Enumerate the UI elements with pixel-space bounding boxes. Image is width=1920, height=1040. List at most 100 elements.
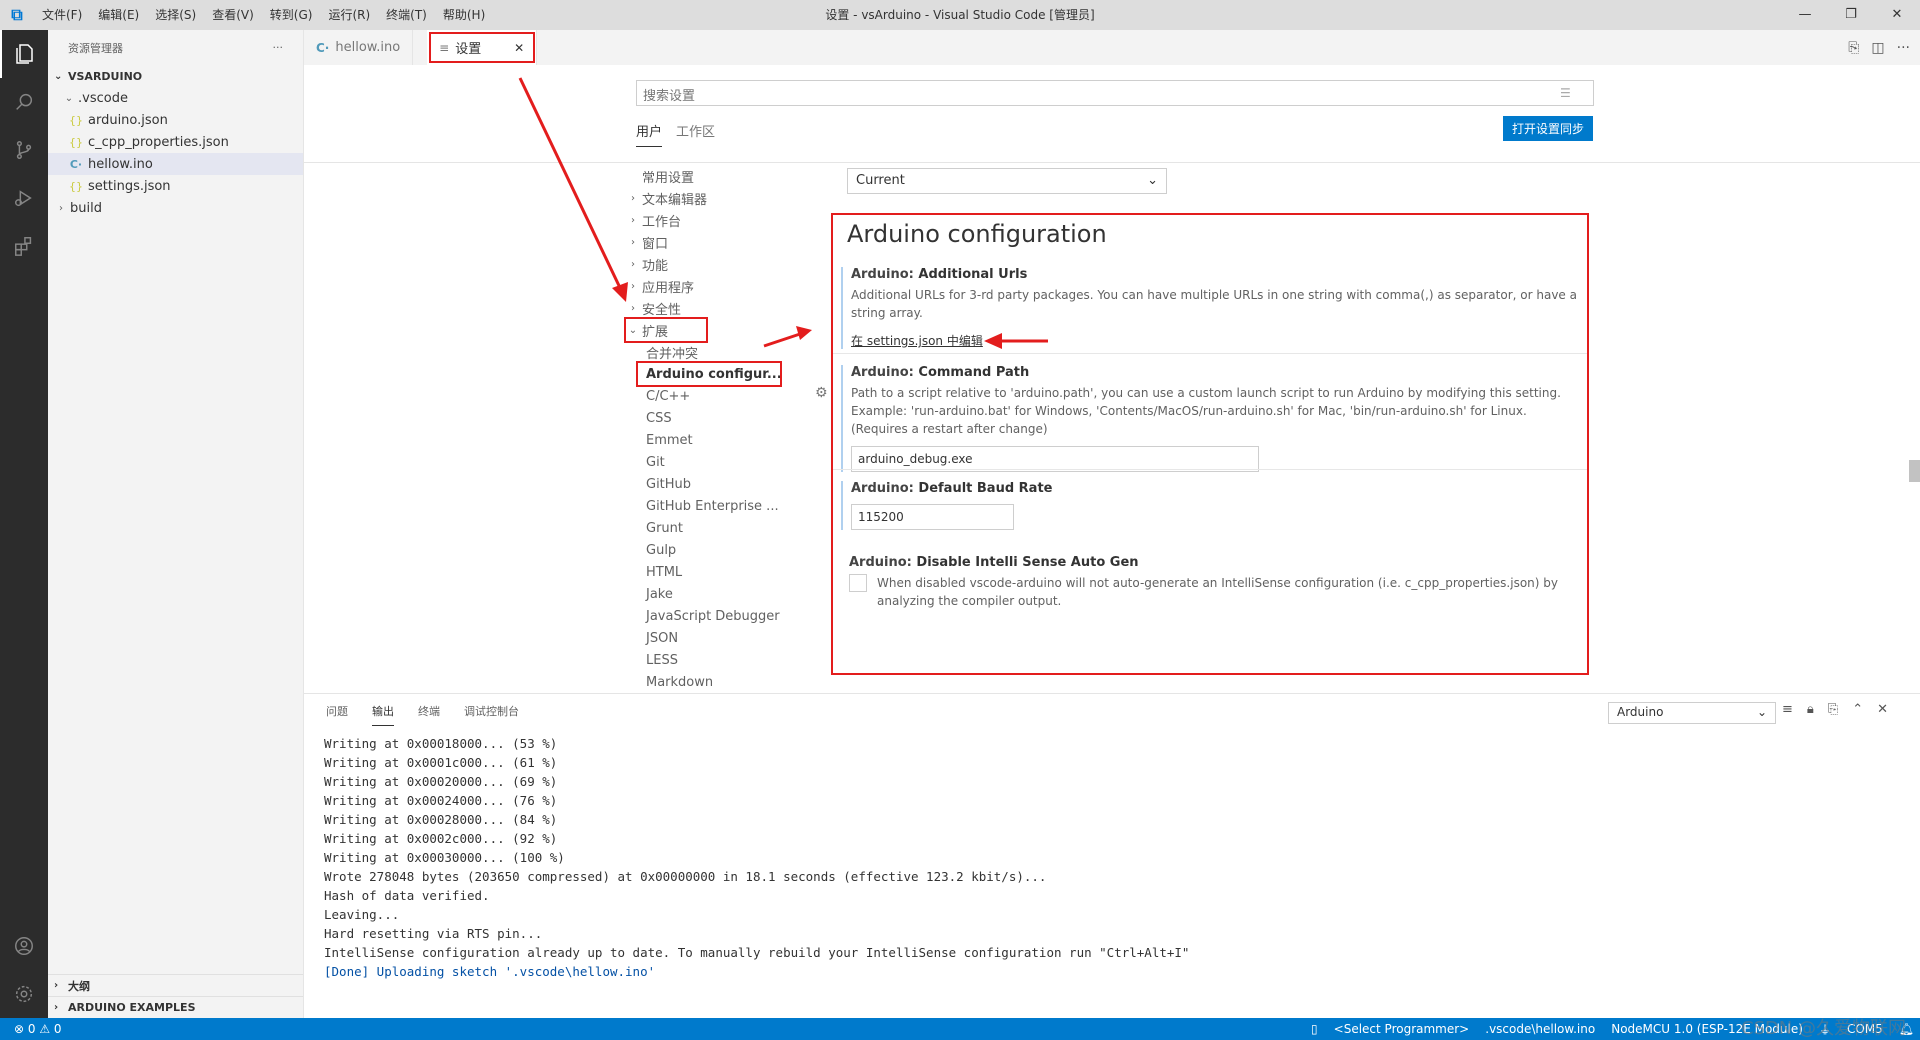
close-window-button[interactable]: ✕ (1874, 0, 1920, 30)
toc-ext-gulp[interactable]: Gulp (626, 539, 776, 561)
toc-ext-js-debugger[interactable]: JavaScript Debugger (626, 605, 780, 627)
tab-settings[interactable]: ≡ 设置 ✕ (427, 30, 538, 65)
account-icon[interactable] (0, 922, 48, 970)
toc-ext-github[interactable]: GitHub (626, 473, 776, 495)
toc-label: Gulp (646, 542, 677, 558)
tab-output[interactable]: 输出 (372, 695, 394, 726)
toc-ext-less[interactable]: LESS (626, 649, 776, 671)
source-control-icon[interactable] (0, 126, 48, 174)
more-actions-icon[interactable]: ··· (1897, 40, 1910, 56)
settings-search-input[interactable]: 搜索设置 (636, 80, 1594, 106)
output-line: Leaving... (324, 907, 400, 922)
scope-dropdown-value: Current (856, 173, 905, 188)
toc-ext-jake[interactable]: Jake (626, 583, 776, 605)
filter-icon[interactable]: ☰ (1560, 86, 1571, 100)
intellisense-checkbox[interactable] (849, 574, 867, 592)
toc-label: Emmet (646, 432, 693, 448)
toc-ext-json[interactable]: JSON (626, 627, 776, 649)
tree-folder-vscode[interactable]: ⌄ .vscode (48, 87, 303, 109)
tree-file-arduino-json[interactable]: {} arduino.json (48, 109, 303, 131)
output-line: Writing at 0x00020000... (69 %) (324, 774, 558, 789)
clear-output-icon[interactable]: ≡ (1782, 702, 1793, 717)
workspace-section[interactable]: ⌄ VSARDUINO (48, 65, 303, 87)
tree-folder-build[interactable]: › build (48, 197, 303, 219)
tab-debug-console[interactable]: 调试控制台 (464, 695, 519, 725)
toc-item-features[interactable]: › 功能 (626, 253, 776, 275)
toc-item-application[interactable]: › 应用程序 (626, 275, 776, 297)
file-icon: ▯ (1311, 1022, 1318, 1036)
tree-file-settings-json[interactable]: {} settings.json (48, 175, 303, 197)
menu-go[interactable]: 转到(G) (262, 0, 321, 30)
baud-rate-input[interactable]: 115200 (851, 504, 1014, 530)
scrollbar-thumb[interactable] (1909, 460, 1920, 482)
more-actions-icon[interactable]: ··· (273, 41, 284, 54)
menu-run[interactable]: 运行(R) (320, 0, 378, 30)
edit-in-settings-json-link[interactable]: 在 settings.json 中编辑 (851, 332, 983, 349)
open-settings-json-icon[interactable]: ⎘ (1848, 40, 1859, 56)
manage-gear-icon[interactable] (0, 970, 48, 1018)
split-editor-icon[interactable]: ◫ (1871, 40, 1884, 56)
restore-button[interactable]: ❐ (1828, 0, 1874, 30)
outline-section[interactable]: › 大纲 (48, 974, 303, 996)
menu-help[interactable]: 帮助(H) (435, 0, 493, 30)
setting-description: Additional URLs for 3-rd party packages.… (851, 288, 1577, 320)
output-channel-select[interactable]: Arduino ⌄ (1608, 702, 1776, 724)
title-bar: ⧉ 文件(F) 编辑(E) 选择(S) 查看(V) 转到(G) 运行(R) 终端… (0, 0, 1920, 30)
toc-ext-html[interactable]: HTML (626, 561, 776, 583)
open-log-icon[interactable]: ⎘ (1828, 702, 1838, 717)
toc-item-security[interactable]: › 安全性 (626, 297, 776, 319)
settings-sync-button[interactable]: 打开设置同步 (1503, 116, 1593, 141)
select-programmer[interactable]: <Select Programmer> (1334, 1022, 1470, 1036)
tab-problems[interactable]: 问题 (326, 695, 348, 725)
tab-workspace[interactable]: 工作区 (676, 117, 715, 147)
lock-scroll-icon[interactable]: 🔒︎ (1807, 702, 1814, 717)
setting-gear-icon[interactable]: ⚙ (815, 385, 828, 401)
tree-file-c-cpp-properties[interactable]: {} c_cpp_properties.json (48, 131, 303, 153)
arduino-examples-section[interactable]: › ARDUINO EXAMPLES (48, 996, 303, 1018)
toc-item-extensions[interactable]: ⌄ 扩展 (624, 317, 708, 343)
toc-ext-arduino[interactable]: Arduino configur... (636, 361, 782, 387)
toc-ext-grunt[interactable]: Grunt (626, 517, 776, 539)
setting-label: Additional Urls (918, 267, 1028, 282)
toc-ext-github-enterprise[interactable]: GitHub Enterprise ... (626, 495, 779, 517)
toc-ext-emmet[interactable]: Emmet (626, 429, 776, 451)
toc-ext-cpp[interactable]: C/C++ (626, 385, 776, 407)
toc-ext-git[interactable]: Git (626, 451, 776, 473)
tab-hellow-ino[interactable]: C· hellow.ino (304, 30, 414, 65)
close-tab-icon[interactable]: ✕ (514, 41, 524, 55)
toc-item-window[interactable]: › 窗口 (626, 231, 776, 253)
explorer-icon[interactable] (0, 30, 48, 78)
menu-edit[interactable]: 编辑(E) (90, 0, 147, 30)
problems-status[interactable]: ⊗ 0 ⚠ 0 (0, 1022, 62, 1036)
toc-ext-merge-conflict[interactable]: 合并冲突 (626, 341, 776, 363)
toc-ext-css[interactable]: CSS (626, 407, 776, 429)
tree-file-hellow-ino[interactable]: C· hellow.ino (48, 153, 303, 175)
toc-ext-markdown[interactable]: Markdown (626, 671, 776, 693)
chevron-right-icon: › (54, 1002, 59, 1013)
explorer-sidebar: 资源管理器 ··· ⌄ VSARDUINO ⌄ .vscode {} ardui… (48, 30, 304, 1018)
extensions-icon[interactable] (0, 222, 48, 270)
sketch-file[interactable]: .vscode\hellow.ino (1485, 1022, 1595, 1036)
menu-file[interactable]: 文件(F) (34, 0, 90, 30)
close-panel-icon[interactable]: ✕ (1877, 702, 1888, 717)
run-debug-icon[interactable] (0, 174, 48, 222)
toc-label: 常用设置 (642, 170, 695, 186)
menu-terminal[interactable]: 终端(T) (378, 0, 435, 30)
maximize-panel-icon[interactable]: ⌃ (1852, 702, 1863, 717)
toc-label: C/C++ (646, 388, 691, 404)
scope-dropdown[interactable]: Current ⌄ (847, 168, 1167, 194)
toc-item-text-editor[interactable]: › 文本编辑器 (626, 187, 776, 209)
toc-item-common[interactable]: 常用设置 (626, 165, 776, 187)
toc-item-workbench[interactable]: › 工作台 (626, 209, 776, 231)
search-icon[interactable] (0, 78, 48, 126)
chevron-down-icon: ⌄ (1147, 173, 1158, 188)
tree-item-label: settings.json (88, 178, 171, 194)
tab-user[interactable]: 用户 (636, 117, 663, 147)
tab-label: 设置 (455, 42, 482, 57)
menu-view[interactable]: 查看(V) (204, 0, 262, 30)
menu-selection[interactable]: 选择(S) (147, 0, 204, 30)
explorer-header: 资源管理器 ··· (48, 30, 303, 65)
output-line: Wrote 278048 bytes (203650 compressed) a… (324, 869, 1047, 884)
tab-terminal[interactable]: 终端 (418, 695, 440, 725)
minimize-button[interactable]: — (1782, 0, 1828, 30)
